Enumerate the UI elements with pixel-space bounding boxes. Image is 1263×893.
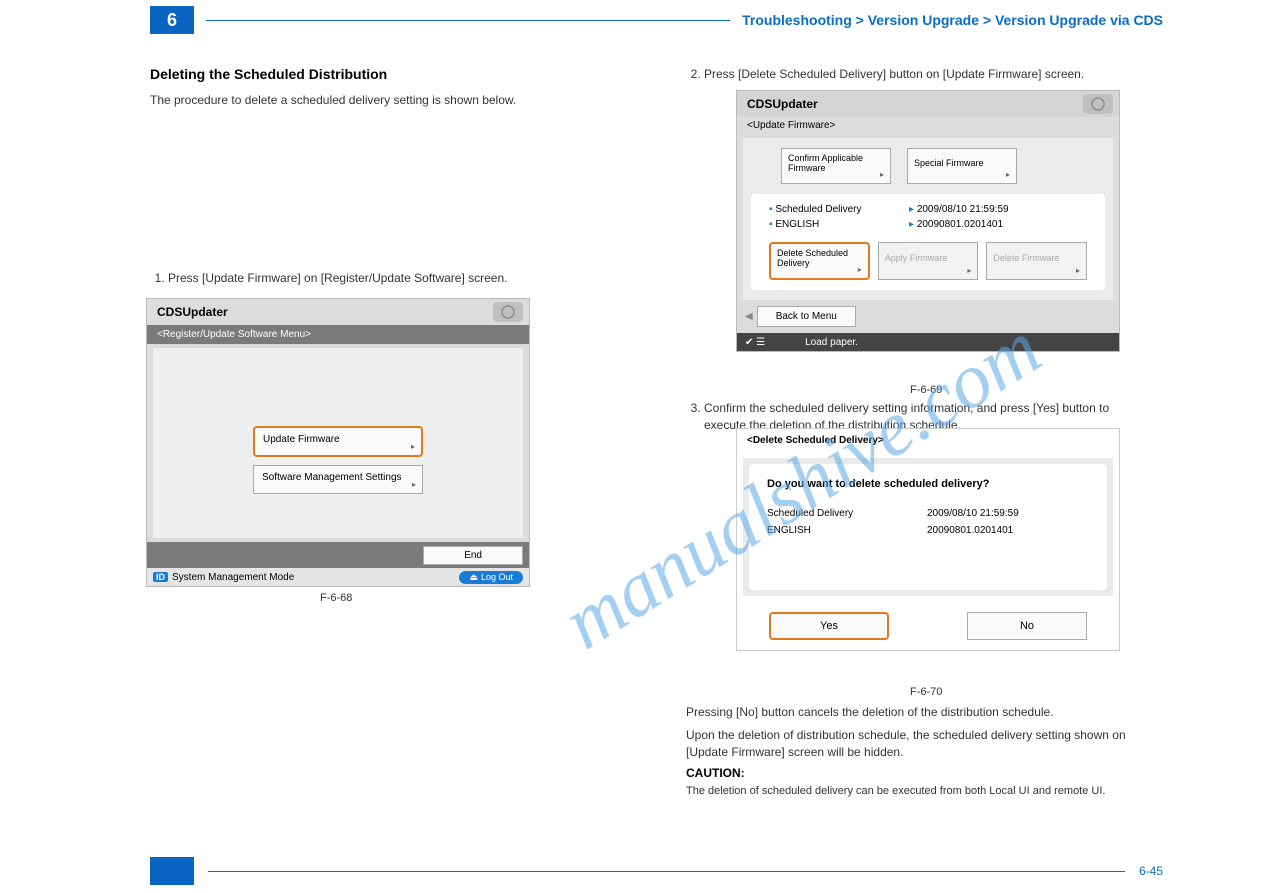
status-bar-2: ✔ ☰ Load paper. (737, 333, 1119, 351)
update-firmware-button[interactable]: Update Firmware ▸ (253, 426, 423, 457)
lang-value: 20090801.0201401 (909, 219, 1003, 230)
no-button[interactable]: No (967, 612, 1087, 640)
confirm-firmware-button[interactable]: Confirm Applicable Firmware ▸ (781, 148, 891, 184)
intro-text: The procedure to delete a scheduled deli… (150, 92, 580, 109)
figure-label-1: F-6-68 (320, 592, 352, 604)
footer-box (150, 857, 194, 885)
section-intro: The procedure to delete a scheduled deli… (150, 92, 580, 115)
software-mgmt-label: Software Management Settings (262, 472, 402, 483)
caution-label: CAUTION: (686, 766, 745, 780)
confirm-row1-value: 2009/08/10 21:59:59 (927, 508, 1019, 519)
panel2-title: CDSUpdater (737, 91, 828, 117)
panel1-title: CDSUpdater (147, 299, 238, 325)
page-number: 6-45 (1139, 864, 1163, 878)
chevron-icon: ▸ (411, 442, 415, 451)
lang-label: ENGLISH (769, 219, 909, 230)
note-after-step3: Pressing [No] button cancels the deletio… (686, 704, 1136, 766)
confirm-row1-label: Scheduled Delivery (767, 508, 927, 519)
status-icons: ✔ ☰ (745, 337, 765, 348)
delete-scheduled-button[interactable]: Delete Scheduled Delivery ▸ (769, 242, 870, 280)
figure-label-3: F-6-70 (910, 686, 942, 698)
scheduled-value: 2009/08/10 21:59:59 (909, 204, 1009, 215)
header-breadcrumb: Troubleshooting > Version Upgrade > Vers… (742, 12, 1163, 28)
confirm-row2-value: 20090801.0201401 (927, 525, 1013, 536)
page-header: 6 Troubleshooting > Version Upgrade > Ve… (150, 6, 1163, 34)
status-message: Load paper. (805, 337, 858, 348)
panel3-title: <Delete Scheduled Delivery> (737, 429, 1119, 452)
network-icon (1083, 94, 1113, 114)
back-to-menu-button[interactable]: Back to Menu (757, 306, 856, 327)
header-number-box: 6 (150, 6, 194, 34)
step-2-text: Press [Delete Scheduled Delivery] button… (704, 66, 1136, 83)
chevron-icon: ▸ (1006, 170, 1010, 179)
figure-label-2: F-6-69 (910, 384, 942, 396)
panel2-sub: <Update Firmware> (737, 117, 1119, 134)
screenshot-update-firmware: CDSUpdater <Update Firmware> Confirm App… (736, 90, 1120, 352)
page-footer: 6-45 (150, 857, 1163, 885)
apply-firmware-button[interactable]: Apply Firmware ▸ (878, 242, 979, 280)
network-icon (493, 302, 523, 322)
yes-button[interactable]: Yes (769, 612, 889, 640)
software-mgmt-button[interactable]: Software Management Settings ▸ (253, 465, 423, 494)
scheduled-info-box: Scheduled Delivery2009/08/10 21:59:59 EN… (751, 194, 1105, 290)
chevron-icon: ▸ (880, 170, 884, 179)
step-1: Press [Update Firmware] on [Register/Upd… (150, 270, 580, 287)
delete-scheduled-label: Delete Scheduled Delivery (777, 248, 848, 268)
logout-button[interactable]: ⏏Log Out (459, 571, 523, 584)
confirm-firmware-label: Confirm Applicable Firmware (788, 153, 863, 173)
chevron-icon: ▸ (1076, 266, 1080, 275)
chevron-icon: ▸ (858, 265, 862, 274)
header-rule (206, 20, 730, 21)
delete-firmware-button[interactable]: Delete Firmware ▸ (986, 242, 1087, 280)
step-2: Press [Delete Scheduled Delivery] button… (686, 66, 1136, 83)
section-heading: Deleting the Scheduled Distribution (150, 66, 387, 82)
screenshot-register-menu: CDSUpdater <Register/Update Software Men… (146, 298, 530, 587)
status-left: IDSystem Management Mode (153, 572, 294, 583)
footer-rule (208, 871, 1125, 872)
screenshot-delete-confirm: <Delete Scheduled Delivery> Do you want … (736, 428, 1120, 651)
back-arrow-icon: ◀ (745, 311, 753, 322)
apply-firmware-label: Apply Firmware (885, 253, 948, 263)
step-1-text: Press [Update Firmware] on [Register/Upd… (168, 270, 580, 287)
delete-firmware-label: Delete Firmware (993, 253, 1059, 263)
caution-text: The deletion of scheduled delivery can b… (686, 784, 1116, 799)
end-button[interactable]: End (423, 546, 523, 565)
confirm-row2-label: ENGLISH (767, 525, 927, 536)
scheduled-label: Scheduled Delivery (769, 204, 909, 215)
special-firmware-label: Special Firmware (914, 158, 984, 168)
panel1-subtitle: <Register/Update Software Menu> (147, 325, 529, 344)
update-firmware-label: Update Firmware (263, 434, 340, 445)
special-firmware-button[interactable]: Special Firmware ▸ (907, 148, 1017, 184)
chevron-icon: ▸ (967, 266, 971, 275)
chevron-icon: ▸ (412, 480, 416, 489)
confirm-question: Do you want to delete scheduled delivery… (767, 478, 1089, 490)
